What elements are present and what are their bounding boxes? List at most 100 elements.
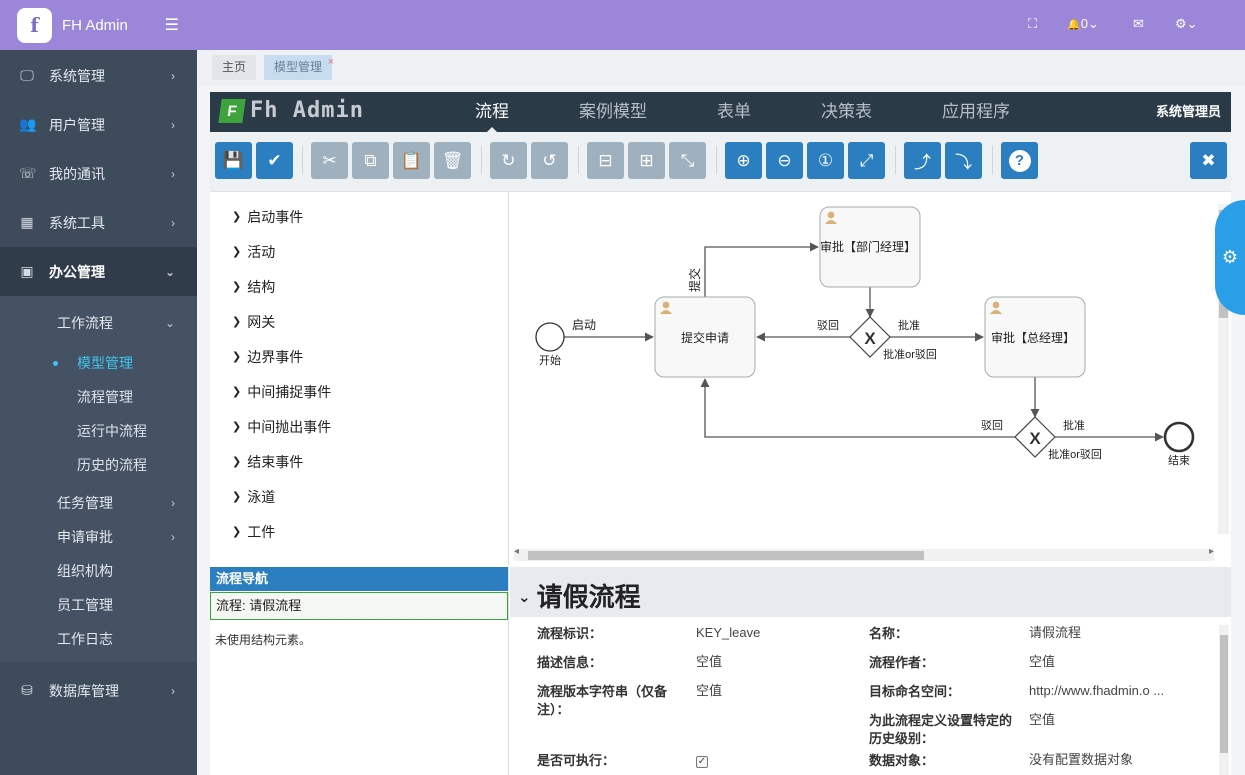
sidebar-item-workflow[interactable]: 工作流程 ⌄ (0, 306, 197, 340)
scrollbar-thumb[interactable] (528, 551, 924, 560)
sidebar-item-office[interactable]: ▣ 办公管理 ⌄ (0, 247, 197, 296)
sidebar-item-approvals[interactable]: 申请审批 › (0, 520, 197, 554)
same-size-button[interactable]: ⤡ (669, 142, 706, 179)
editor-logo: F Fh Admin (218, 98, 364, 123)
brand: f FH Admin ☰ (0, 0, 197, 50)
task-gm-approval[interactable]: 审批【总经理】 (984, 296, 1086, 378)
mail-icon[interactable]: ✉ (1133, 16, 1144, 32)
properties-scrollbar[interactable] (1219, 625, 1229, 775)
align-horizontal-button[interactable]: ⊟ (587, 142, 624, 179)
scroll-right-icon[interactable]: ▸ (1209, 546, 1214, 557)
fullscreen-icon[interactable]: ⛶ (1028, 16, 1037, 32)
sidebar-item-database[interactable]: ⛁ 数据库管理 › (0, 666, 197, 715)
start-event[interactable]: 开始 (535, 322, 565, 367)
prop-value-name[interactable]: 请假流程 (1029, 624, 1081, 642)
sidebar-item-running-process[interactable]: 运行中流程 (0, 414, 197, 448)
current-user[interactable]: 系统管理员 (1156, 92, 1221, 132)
scrollbar-thumb[interactable] (1220, 635, 1228, 753)
sidebar-item-users[interactable]: 👥 用户管理 › (0, 100, 197, 149)
validate-button[interactable]: ✔ (256, 142, 293, 179)
tab-home[interactable]: 主页 (212, 55, 257, 80)
copy-button[interactable]: ⧉ (352, 142, 389, 179)
redo-button[interactable]: ↻ (490, 142, 527, 179)
sidebar-item-system[interactable]: 🖵 系统管理 › (0, 51, 197, 100)
task-submit[interactable]: 提交申请 (654, 296, 756, 378)
palette-group-boundary-events[interactable]: ❯ 边界事件 (210, 339, 508, 374)
sidebar-item-tasks[interactable]: 任务管理 › (0, 486, 197, 520)
sidebar-item-model-management[interactable]: 模型管理 (0, 346, 197, 380)
nav-decision-tables[interactable]: 决策表 (821, 92, 872, 132)
end-event[interactable]: 结束 (1163, 421, 1195, 467)
sidebar-item-process-management[interactable]: 流程管理 (0, 380, 197, 414)
palette-group-throw-events[interactable]: ❯ 中间抛出事件 (210, 409, 508, 444)
prop-value-author[interactable]: 空值 (1029, 653, 1055, 671)
delete-button[interactable]: 🗑 (434, 142, 471, 179)
settings-side-tab[interactable]: ⚙ (1215, 200, 1245, 315)
nav-apps[interactable]: 应用程序 (942, 92, 1010, 132)
scroll-left-icon[interactable]: ◂ (514, 546, 519, 557)
gear-icon: ⚙ (1221, 247, 1239, 267)
prop-value-data-objects[interactable]: 没有配置数据对象 (1029, 751, 1133, 769)
properties-title[interactable]: ⌄ 请假流程 (518, 577, 641, 614)
sidebar-item-worklog[interactable]: 工作日志 (0, 622, 197, 656)
sidebar-item-contacts[interactable]: ☏ 我的通讯 › (0, 149, 197, 198)
zoom-fit-button[interactable]: ⤢ (848, 142, 885, 179)
zoom-in-button[interactable]: ⊕ (725, 142, 762, 179)
align-vertical-button[interactable]: ⊞ (628, 142, 665, 179)
start-event-label: 开始 (539, 353, 561, 367)
cut-button[interactable]: ✂ (311, 142, 348, 179)
flow-submit[interactable] (704, 242, 819, 297)
add-bendpoint-button[interactable]: ⤴ (904, 142, 941, 179)
sidebar-item-history-process[interactable]: 历史的流程 (0, 448, 197, 482)
close-icon[interactable]: × (328, 50, 334, 75)
nav-forms[interactable]: 表单 (717, 92, 751, 132)
exclusive-gateway-1[interactable]: X 批准or驳回 (849, 316, 937, 361)
horizontal-scrollbar[interactable]: ◂ ▸ (514, 546, 1214, 561)
nav-case-model[interactable]: 案例模型 (579, 92, 647, 132)
tab-label: 模型管理 (274, 60, 323, 74)
close-editor-button[interactable]: ✖ (1190, 142, 1227, 179)
help-button[interactable]: ? (1001, 142, 1038, 179)
palette-group-artifacts[interactable]: ❯ 工件 (210, 514, 508, 549)
prop-value-id[interactable]: KEY_leave (696, 624, 760, 642)
prop-executable-checkbox[interactable]: ✓ (696, 751, 708, 769)
checkmark-icon: ✓ (696, 756, 708, 768)
editor-header: F Fh Admin 流程 案例模型 表单 决策表 应用程序 系统管理员 (210, 92, 1231, 133)
prop-value-history-level[interactable]: 空值 (1029, 711, 1055, 729)
chevron-right-icon: ❯ (232, 246, 242, 258)
chevron-right-icon: › (171, 68, 175, 83)
zoom-out-button[interactable]: ⊖ (766, 142, 803, 179)
palette-group-end-events[interactable]: ❯ 结束事件 (210, 444, 508, 479)
diagram-canvas[interactable]: 开始 启动 提交申请 提交 审批【部门经理】 X 批准or驳回 驳回 批准 审批… (510, 192, 1231, 565)
exclusive-gateway-2[interactable]: X 批准or驳回 (1014, 416, 1102, 461)
sidebar-item-employees[interactable]: 员工管理 (0, 588, 197, 622)
prop-value-version[interactable]: 空值 (696, 682, 722, 700)
menu-toggle-icon[interactable]: ☰ (165, 15, 179, 35)
palette-group-start-events[interactable]: ❯ 启动事件 (210, 199, 508, 234)
flow-gm-reject[interactable] (700, 378, 1015, 438)
task-label: 审批【部门经理】 (820, 239, 916, 254)
paste-button[interactable]: 📋 (393, 142, 430, 179)
prop-value-namespace[interactable]: http://www.fhadmin.o ... (1029, 682, 1164, 700)
prop-value-description[interactable]: 空值 (696, 653, 722, 671)
undo-button[interactable]: ↺ (531, 142, 568, 179)
settings-menu-button[interactable]: ⚙⌄ (1175, 16, 1198, 32)
palette-group-activities[interactable]: ❯ 活动 (210, 234, 508, 269)
remove-bendpoint-button[interactable]: ⤵ (945, 142, 982, 179)
sidebar-item-label: 办公管理 (49, 263, 105, 280)
task-dept-approval[interactable]: 审批【部门经理】 (819, 206, 921, 288)
nav-process[interactable]: 流程 (475, 92, 509, 133)
palette-group-swimlanes[interactable]: ❯ 泳道 (210, 479, 508, 514)
tab-model-management[interactable]: 模型管理 × (264, 55, 334, 80)
zoom-actual-button[interactable]: ① (807, 142, 844, 179)
notification-button[interactable]: 🔔0⌄ (1067, 16, 1099, 32)
bpmn-diagram[interactable]: 开始 启动 提交申请 提交 审批【部门经理】 X 批准or驳回 驳回 批准 审批… (510, 192, 1215, 547)
element-palette: ❯ 启动事件 ❯ 活动 ❯ 结构 ❯ 网关 ❯ 边界事件 ❯ 中间捕捉事件 ❯ 中间抛出事件 … (210, 192, 509, 565)
sidebar-item-tools[interactable]: ▦ 系统工具 › (0, 198, 197, 247)
navigator-process-row[interactable]: 流程: 请假流程 (210, 592, 508, 620)
palette-group-gateways[interactable]: ❯ 网关 (210, 304, 508, 339)
sidebar-item-organization[interactable]: 组织机构 (0, 554, 197, 588)
palette-group-structural[interactable]: ❯ 结构 (210, 269, 508, 304)
save-button[interactable]: 💾 (215, 142, 252, 179)
palette-group-catch-events[interactable]: ❯ 中间捕捉事件 (210, 374, 508, 409)
